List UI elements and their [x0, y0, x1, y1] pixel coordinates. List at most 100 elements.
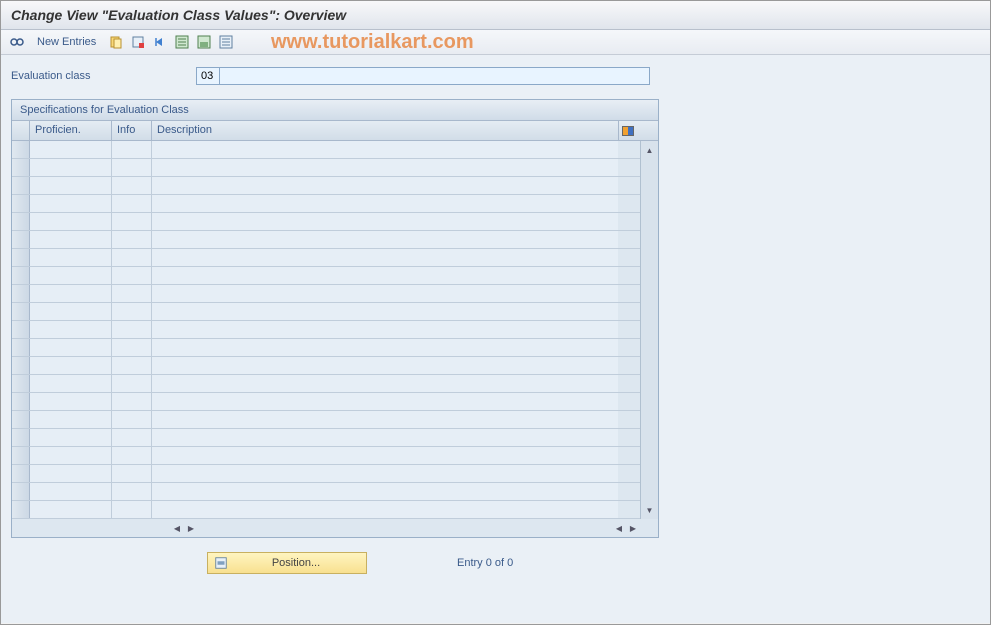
row-selector[interactable]	[12, 267, 30, 284]
table-row[interactable]	[12, 411, 640, 429]
cell-proficien[interactable]	[30, 411, 112, 428]
cell-description[interactable]	[152, 501, 618, 518]
copy-icon[interactable]	[108, 34, 124, 50]
cell-description[interactable]	[152, 213, 618, 230]
table-row[interactable]	[12, 285, 640, 303]
cell-info[interactable]	[112, 411, 152, 428]
cell-proficien[interactable]	[30, 213, 112, 230]
deselect-all-icon[interactable]	[218, 34, 234, 50]
row-selector[interactable]	[12, 285, 30, 302]
table-row[interactable]	[12, 375, 640, 393]
cell-info[interactable]	[112, 393, 152, 410]
row-selector[interactable]	[12, 321, 30, 338]
cell-proficien[interactable]	[30, 357, 112, 374]
scroll-left2-icon[interactable]: ◀	[612, 521, 626, 535]
cell-proficien[interactable]	[30, 249, 112, 266]
table-config-button[interactable]	[618, 121, 636, 140]
row-selector[interactable]	[12, 249, 30, 266]
row-selector[interactable]	[12, 177, 30, 194]
scroll-right-icon[interactable]: ▶	[184, 521, 198, 535]
column-info[interactable]: Info	[112, 121, 152, 140]
select-block-icon[interactable]	[196, 34, 212, 50]
row-selector[interactable]	[12, 465, 30, 482]
undo-icon[interactable]	[152, 34, 168, 50]
cell-info[interactable]	[112, 375, 152, 392]
eval-class-desc-input[interactable]	[220, 67, 650, 85]
cell-info[interactable]	[112, 483, 152, 500]
scroll-up-icon[interactable]: ▲	[643, 143, 657, 157]
table-row[interactable]	[12, 213, 640, 231]
table-row[interactable]	[12, 483, 640, 501]
row-selector-header[interactable]	[12, 121, 30, 140]
row-selector[interactable]	[12, 195, 30, 212]
table-row[interactable]	[12, 177, 640, 195]
vertical-scrollbar[interactable]: ▲ ▼	[640, 141, 658, 519]
cell-info[interactable]	[112, 249, 152, 266]
cell-description[interactable]	[152, 177, 618, 194]
row-selector[interactable]	[12, 213, 30, 230]
table-row[interactable]	[12, 159, 640, 177]
cell-info[interactable]	[112, 501, 152, 518]
cell-info[interactable]	[112, 357, 152, 374]
select-all-icon[interactable]	[174, 34, 190, 50]
cell-description[interactable]	[152, 375, 618, 392]
row-selector[interactable]	[12, 429, 30, 446]
cell-info[interactable]	[112, 267, 152, 284]
cell-info[interactable]	[112, 465, 152, 482]
table-row[interactable]	[12, 267, 640, 285]
cell-proficien[interactable]	[30, 195, 112, 212]
table-row[interactable]	[12, 249, 640, 267]
scroll-left-icon[interactable]: ◀	[170, 521, 184, 535]
cell-info[interactable]	[112, 141, 152, 158]
row-selector[interactable]	[12, 303, 30, 320]
cell-proficien[interactable]	[30, 429, 112, 446]
cell-proficien[interactable]	[30, 483, 112, 500]
cell-proficien[interactable]	[30, 393, 112, 410]
cell-description[interactable]	[152, 285, 618, 302]
scroll-down-icon[interactable]: ▼	[643, 503, 657, 517]
cell-info[interactable]	[112, 195, 152, 212]
table-row[interactable]	[12, 357, 640, 375]
hscroll-track[interactable]	[200, 521, 610, 535]
cell-description[interactable]	[152, 195, 618, 212]
cell-proficien[interactable]	[30, 159, 112, 176]
cell-info[interactable]	[112, 339, 152, 356]
row-selector[interactable]	[12, 231, 30, 248]
table-row[interactable]	[12, 429, 640, 447]
cell-info[interactable]	[112, 159, 152, 176]
position-button[interactable]: Position...	[207, 552, 367, 574]
delete-icon[interactable]	[130, 34, 146, 50]
row-selector[interactable]	[12, 339, 30, 356]
row-selector[interactable]	[12, 141, 30, 158]
new-entries-button[interactable]: New Entries	[31, 36, 102, 48]
cell-proficien[interactable]	[30, 375, 112, 392]
row-selector[interactable]	[12, 411, 30, 428]
eval-class-input[interactable]	[196, 67, 220, 85]
cell-info[interactable]	[112, 447, 152, 464]
cell-proficien[interactable]	[30, 267, 112, 284]
toggle-icon[interactable]	[9, 34, 25, 50]
table-row[interactable]	[12, 321, 640, 339]
cell-description[interactable]	[152, 483, 618, 500]
cell-description[interactable]	[152, 231, 618, 248]
cell-proficien[interactable]	[30, 501, 112, 518]
cell-description[interactable]	[152, 339, 618, 356]
cell-info[interactable]	[112, 177, 152, 194]
cell-description[interactable]	[152, 411, 618, 428]
row-selector[interactable]	[12, 357, 30, 374]
table-row[interactable]	[12, 447, 640, 465]
cell-proficien[interactable]	[30, 465, 112, 482]
cell-description[interactable]	[152, 303, 618, 320]
table-row[interactable]	[12, 303, 640, 321]
table-row[interactable]	[12, 339, 640, 357]
cell-info[interactable]	[112, 213, 152, 230]
table-row[interactable]	[12, 465, 640, 483]
row-selector[interactable]	[12, 159, 30, 176]
cell-info[interactable]	[112, 303, 152, 320]
column-proficien[interactable]: Proficien.	[30, 121, 112, 140]
cell-proficien[interactable]	[30, 447, 112, 464]
cell-proficien[interactable]	[30, 177, 112, 194]
table-row[interactable]	[12, 231, 640, 249]
cell-info[interactable]	[112, 429, 152, 446]
column-description[interactable]: Description	[152, 121, 618, 140]
